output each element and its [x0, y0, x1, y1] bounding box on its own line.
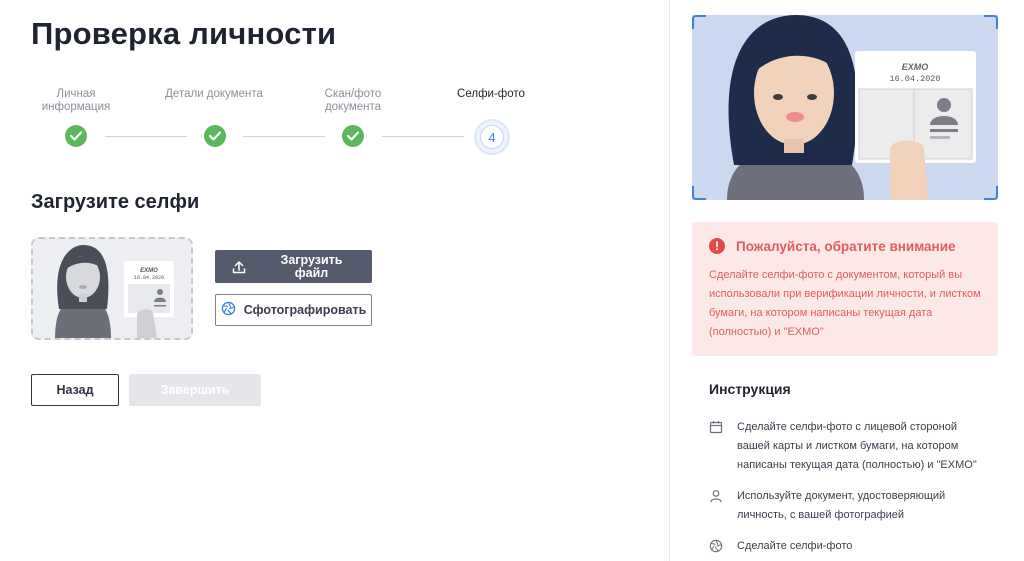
attention-alert: ! Пожалуйста, обратите внимание Сделайте… [692, 222, 998, 356]
alert-title: Пожалуйста, обратите внимание [736, 239, 956, 254]
selfie-card-brand: EXMO [140, 268, 158, 274]
step-4-current: 4 [474, 119, 510, 155]
column-divider [669, 0, 670, 561]
selfie-card-date: 16.04.2020 [134, 275, 164, 281]
frame-corner [984, 186, 998, 200]
step-1-check-icon [65, 125, 87, 147]
upload-icon [215, 260, 263, 274]
alert-text: Сделайте селфи-фото с документом, которы… [709, 269, 981, 338]
frame-corner [692, 15, 706, 29]
frame-corner [692, 186, 706, 200]
step-label-selfie: Селфи-фото [457, 88, 525, 100]
hero-card-date: 16.04.2020 [889, 74, 940, 84]
instruction-item: Сделайте селфи-фото с лицевой стороной в… [709, 418, 992, 475]
step-label-document-scan: Скан/фото документа [324, 88, 382, 113]
take-photo-label: Сфотографировать [243, 303, 367, 317]
upload-section-title: Загрузите селфи [31, 191, 200, 213]
exclamation-icon: ! [709, 238, 725, 254]
selfie-dropzone[interactable]: EXMO 16.04.2020 [31, 237, 193, 340]
instruction-item: Сделайте селфи-фото [709, 537, 992, 558]
camera-aperture-icon [709, 537, 737, 558]
frame-corner [984, 15, 998, 29]
upload-file-button[interactable]: Загрузить файл [215, 250, 372, 283]
user-icon [709, 487, 737, 525]
take-photo-button[interactable]: Сфотографировать [215, 294, 372, 326]
finish-button[interactable]: Завершить [129, 374, 261, 406]
upload-file-label: Загрузить файл [280, 252, 343, 280]
instruction-text: Используйте документ, удостоверяющий лич… [737, 490, 946, 521]
instructions-title: Инструкция [709, 381, 791, 397]
instruction-item: Используйте документ, удостоверяющий лич… [709, 487, 992, 525]
instruction-text: Сделайте селфи-фото с лицевой стороной в… [737, 421, 977, 471]
step-2-check-icon [204, 125, 226, 147]
selfie-example-illustration: EXMO 16.04.2020 [33, 239, 191, 338]
step-label-personal-info: Личная информация [41, 88, 111, 113]
selfie-hero-illustration: EXMO 16.04.2020 [692, 15, 998, 200]
instruction-text: Сделайте селфи-фото [737, 540, 853, 552]
step-connector [382, 136, 464, 137]
step-4-number: 4 [480, 125, 504, 149]
step-connector [105, 136, 187, 137]
back-button[interactable]: Назад [31, 374, 119, 406]
page-title: Проверка личности [31, 16, 337, 51]
calendar-icon [709, 418, 737, 475]
camera-aperture-icon [221, 301, 236, 319]
step-label-document-details: Детали документа [165, 88, 263, 100]
step-3-check-icon [342, 125, 364, 147]
step-connector [243, 136, 325, 137]
hero-card-brand: EXMO [902, 62, 929, 72]
